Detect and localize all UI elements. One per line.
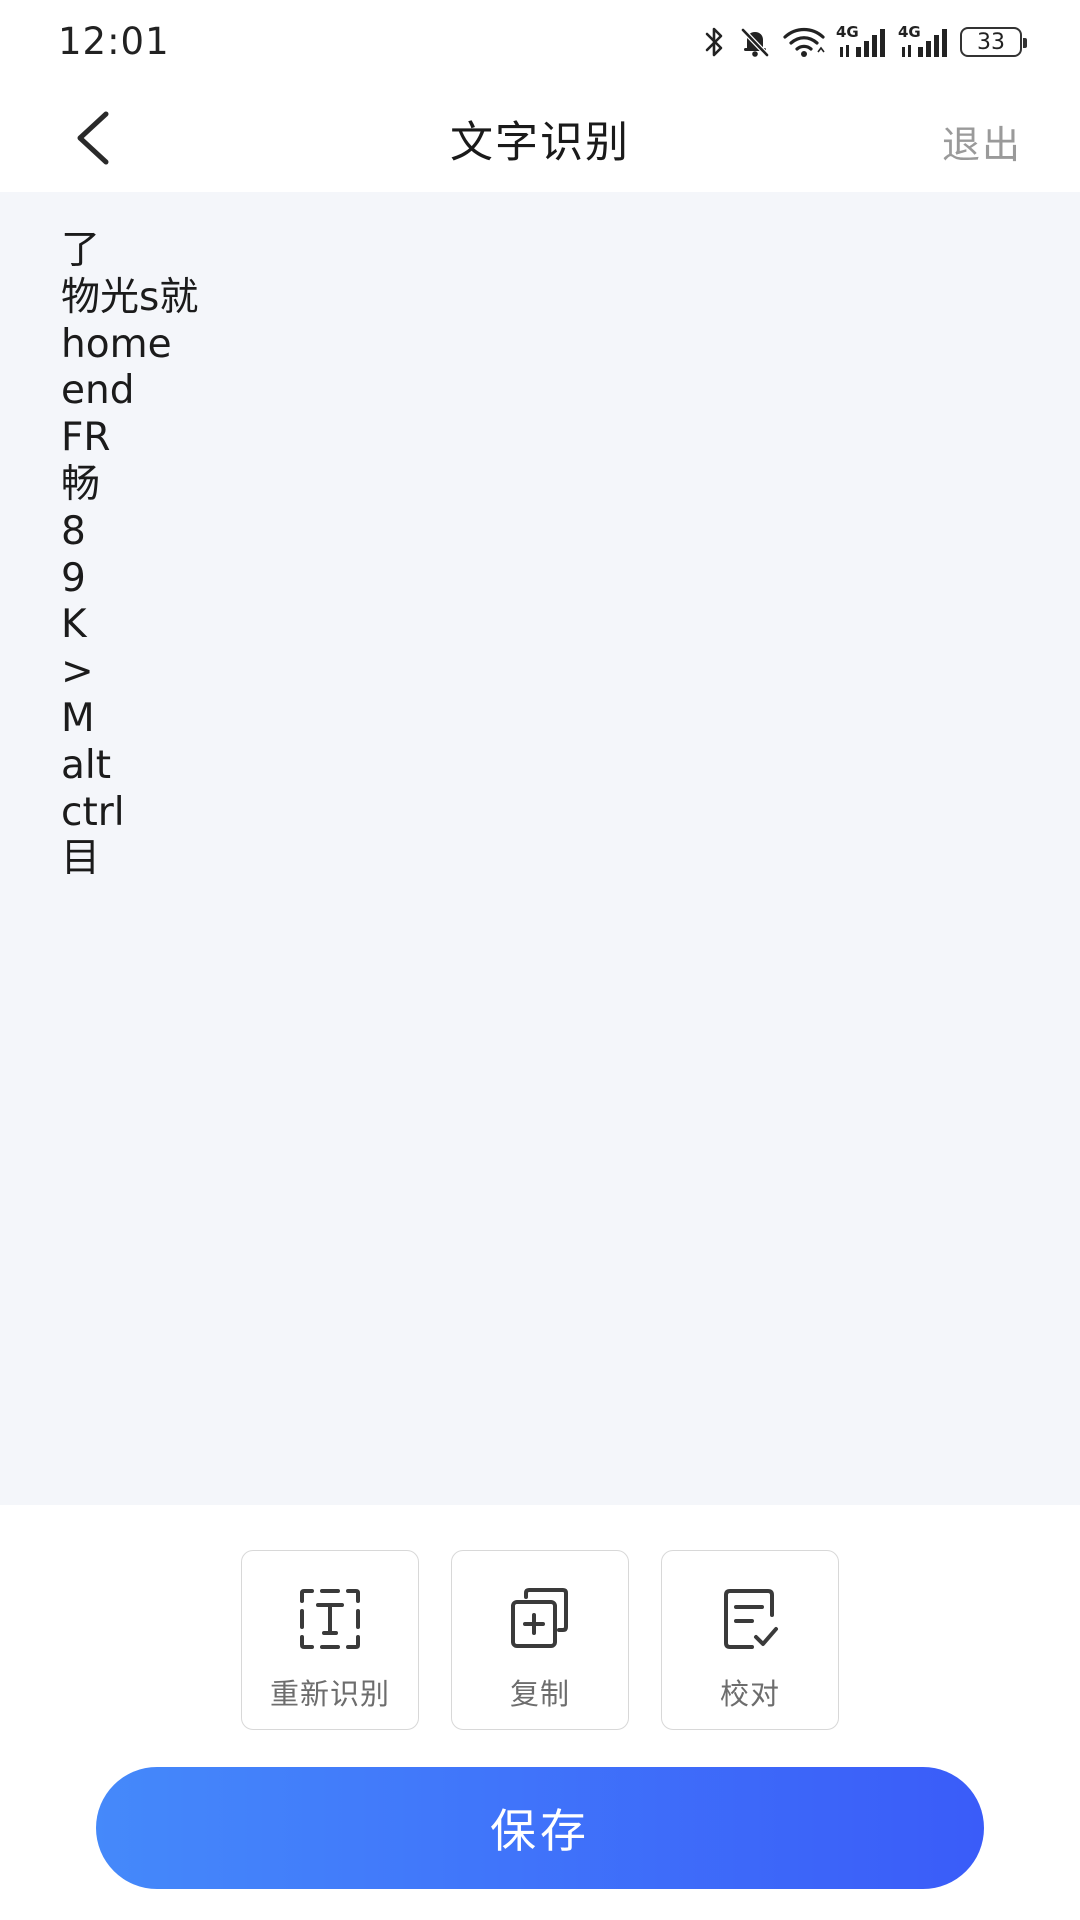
- text-line: >: [61, 649, 94, 695]
- wifi-icon: [783, 27, 825, 57]
- save-button[interactable]: 保存: [96, 1767, 984, 1889]
- page-title: 文字识别: [450, 118, 630, 168]
- text-line: end: [61, 368, 135, 414]
- proofread-check-icon: [724, 1589, 778, 1649]
- status-bar: 12:01 4G 4G 33: [0, 0, 1080, 84]
- save-label: 保存: [490, 1804, 590, 1858]
- battery-icon: 33: [960, 27, 1027, 57]
- exit-button[interactable]: 退出: [942, 114, 1022, 169]
- text-line: K: [61, 602, 87, 648]
- bluetooth-icon: [705, 27, 723, 57]
- text-line: home: [61, 321, 172, 367]
- tool-row: 重新识别 复制 校对: [0, 1550, 1080, 1732]
- recognized-text[interactable]: 了物光s就 home end FR 畅 8 9 K > Malt ctrl 目: [61, 228, 1021, 883]
- re-recognize-label: 重新识别: [269, 1677, 390, 1711]
- text-line: 目: [61, 836, 101, 882]
- proofread-label: 校对: [719, 1677, 780, 1711]
- signal-group-1: 4G: [836, 23, 888, 59]
- copy-button[interactable]: 复制: [451, 1550, 629, 1730]
- text-line: ctrl: [61, 789, 125, 835]
- signal-strength-icon: [902, 29, 947, 57]
- text-line: 8: [61, 508, 86, 554]
- status-icons: 4G 4G 33: [702, 22, 1027, 62]
- proofread-button[interactable]: 校对: [661, 1550, 839, 1730]
- text-line: 9: [61, 555, 86, 601]
- copy-label: 复制: [509, 1677, 570, 1711]
- recognized-text-area[interactable]: 了物光s就 home end FR 畅 8 9 K > Malt ctrl 目: [0, 192, 1080, 1505]
- battery-level: 33: [977, 29, 1005, 55]
- text-line: FR: [61, 415, 111, 461]
- copy-icon: [511, 1588, 568, 1648]
- signal-group-2: 4G: [898, 23, 950, 59]
- text-line: 了: [61, 228, 101, 273]
- signal-strength-icon: [840, 29, 885, 57]
- text-line: alt: [61, 742, 112, 788]
- screen: 12:01 4G 4G 33 文字识别 退出 了 物光s就 home end F…: [0, 0, 1080, 1920]
- status-time: 12:01: [58, 20, 170, 63]
- text-line: 畅: [61, 461, 101, 507]
- header: 文字识别 退出: [0, 84, 1080, 192]
- text-line: M: [61, 695, 95, 741]
- text-recognize-icon: [300, 1589, 360, 1649]
- re-recognize-button[interactable]: 重新识别: [241, 1550, 419, 1730]
- mute-bell-icon: [741, 28, 769, 57]
- text-line: 物光s就: [61, 274, 199, 320]
